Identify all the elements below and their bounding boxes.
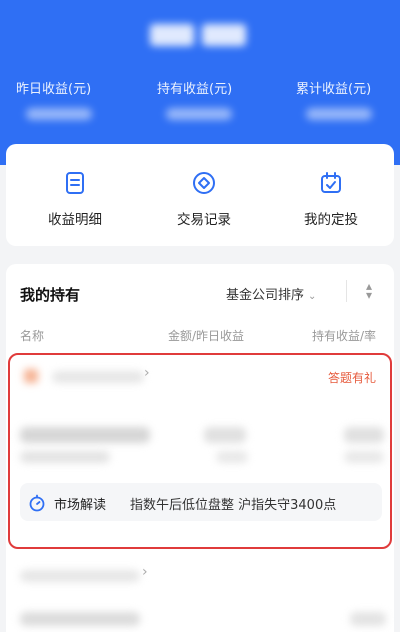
document-icon	[66, 172, 84, 194]
quiz-reward-tag[interactable]: 答题有礼	[328, 369, 376, 386]
stat-value-cumulative	[306, 108, 372, 120]
sort-by-company-button[interactable]: 基金公司排序 ⌄	[226, 284, 316, 303]
fund-company-name	[52, 371, 144, 383]
next-fund-name	[20, 612, 140, 626]
quick-actions-card: 收益明细 交易记录 我的定投	[6, 144, 394, 246]
fund-row-highlighted[interactable]: › 答题有礼 市场解读 指数午后低位盘整 沪指失守3400点	[8, 353, 392, 549]
stat-label-yesterday: 昨日收益(元)	[16, 82, 92, 97]
market-insight-text: 指数午后低位盘整 沪指失守3400点	[130, 498, 337, 513]
stopwatch-icon	[29, 494, 45, 512]
target-icon	[193, 172, 215, 194]
stat-label-holding: 持有收益(元)	[157, 82, 233, 97]
fund-company-logo	[24, 369, 38, 383]
fund-amount	[204, 427, 246, 443]
chevron-right-icon: ›	[144, 365, 150, 381]
fund-holding-return	[344, 427, 384, 443]
holdings-title: 我的持有	[20, 286, 81, 304]
stat-value-holding	[166, 108, 232, 120]
column-header-holding-return: 持有收益/率	[312, 329, 377, 343]
earnings-detail-label: 收益明细	[48, 212, 102, 228]
my-auto-invest-label: 我的定投	[304, 212, 358, 228]
next-fund-company-name	[20, 570, 140, 582]
sort-toggle-icon[interactable]: ▴ ▾	[366, 280, 372, 301]
chevron-down-icon: ⌄	[308, 291, 317, 302]
divider	[346, 280, 347, 302]
transaction-records-label: 交易记录	[177, 212, 231, 228]
next-fund-return	[350, 612, 386, 626]
fund-code	[20, 451, 110, 463]
earnings-detail-button[interactable]: 收益明细	[20, 170, 130, 230]
column-header-name: 名称	[20, 329, 45, 343]
fund-holding-rate	[344, 451, 384, 463]
transaction-records-button[interactable]: 交易记录	[149, 170, 259, 230]
stats-row: 昨日收益(元) 持有收益(元) 累计收益(元)	[0, 78, 400, 128]
my-auto-invest-button[interactable]: 我的定投	[276, 170, 386, 230]
page-title	[150, 16, 250, 50]
sort-label: 基金公司排序	[226, 288, 305, 303]
column-header-amount: 金额/昨日收益	[168, 329, 245, 343]
header: 昨日收益(元) 持有收益(元) 累计收益(元)	[0, 0, 400, 165]
stat-value-yesterday	[26, 108, 92, 120]
fund-name	[20, 427, 150, 443]
calendar-icon	[321, 172, 341, 193]
market-insight-banner[interactable]: 市场解读 指数午后低位盘整 沪指失守3400点	[20, 483, 382, 521]
stat-label-cumulative: 累计收益(元)	[296, 82, 372, 97]
chevron-right-icon: ›	[142, 564, 148, 580]
market-insight-label: 市场解读	[54, 498, 107, 513]
fund-yesterday-return	[216, 451, 248, 463]
